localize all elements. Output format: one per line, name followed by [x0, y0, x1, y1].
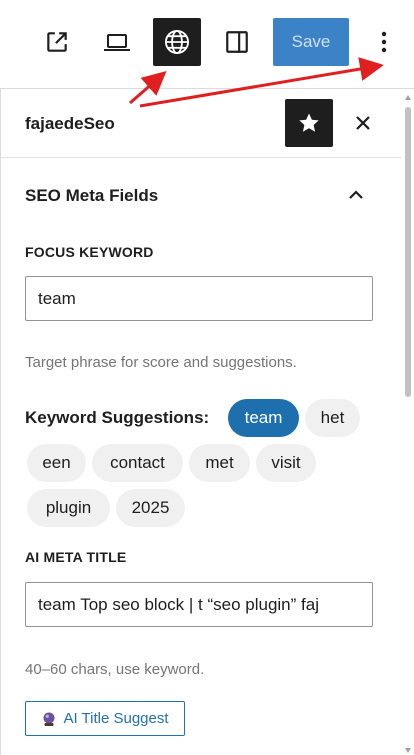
pin-favorite-button[interactable] — [285, 99, 333, 147]
globe-icon — [164, 29, 190, 55]
plugin-title: fajaedeSeo — [25, 114, 115, 133]
focus-keyword-help: Target phrase for score and suggestions. — [25, 354, 297, 371]
section-title[interactable]: SEO Meta Fields — [25, 186, 158, 206]
save-button[interactable]: Save — [273, 18, 349, 66]
keyword-chip[interactable]: visit — [256, 444, 316, 482]
star-icon — [299, 113, 319, 132]
ai-title-suggest-button[interactable]: AI Title Suggest — [25, 701, 185, 736]
focus-keyword-input[interactable]: team — [25, 276, 373, 321]
seo-plugin-button[interactable] — [153, 18, 201, 66]
close-panel-button[interactable] — [348, 108, 378, 138]
arrow-to-menu — [139, 57, 384, 108]
crystal-ball-icon — [43, 712, 55, 726]
settings-sidebar-button[interactable] — [213, 18, 261, 66]
options-menu-button[interactable] — [362, 18, 406, 66]
keyword-chip[interactable]: contact — [92, 444, 183, 482]
scrollbar-thumb[interactable] — [405, 107, 411, 397]
ai-title-suggest-label: AI Title Suggest — [63, 710, 169, 727]
chevron-up-icon[interactable] — [344, 183, 368, 207]
arrow-to-globe — [129, 71, 167, 105]
panel-top-border — [0, 88, 414, 89]
ai-meta-title-help: 40–60 chars, use keyword. — [25, 661, 205, 678]
ai-meta-title-input[interactable]: team Top seo block | t “seo plugin” faj — [25, 582, 373, 627]
kebab-menu-icon — [381, 31, 387, 53]
keyword-chip[interactable]: team — [228, 399, 299, 437]
ai-meta-title-label: AI META TITLE — [25, 549, 127, 565]
preview-button[interactable] — [93, 18, 141, 66]
keyword-suggestions-label: Keyword Suggestions: — [25, 408, 210, 427]
sidebar-toggle-icon — [226, 31, 248, 53]
keyword-chip[interactable]: het — [305, 399, 360, 437]
keyword-chip[interactable]: 2025 — [116, 489, 185, 527]
open-external-button[interactable] — [33, 18, 81, 66]
keyword-chip[interactable]: plugin — [27, 489, 110, 527]
panel-left-border — [0, 88, 1, 755]
laptop-preview-icon — [104, 34, 130, 51]
focus-keyword-label: FOCUS KEYWORD — [25, 244, 154, 260]
keyword-chip[interactable]: met — [189, 444, 250, 482]
keyword-chip[interactable]: een — [27, 444, 86, 482]
panel-divider — [1, 157, 401, 158]
close-icon — [356, 116, 370, 130]
external-link-icon — [47, 32, 67, 52]
